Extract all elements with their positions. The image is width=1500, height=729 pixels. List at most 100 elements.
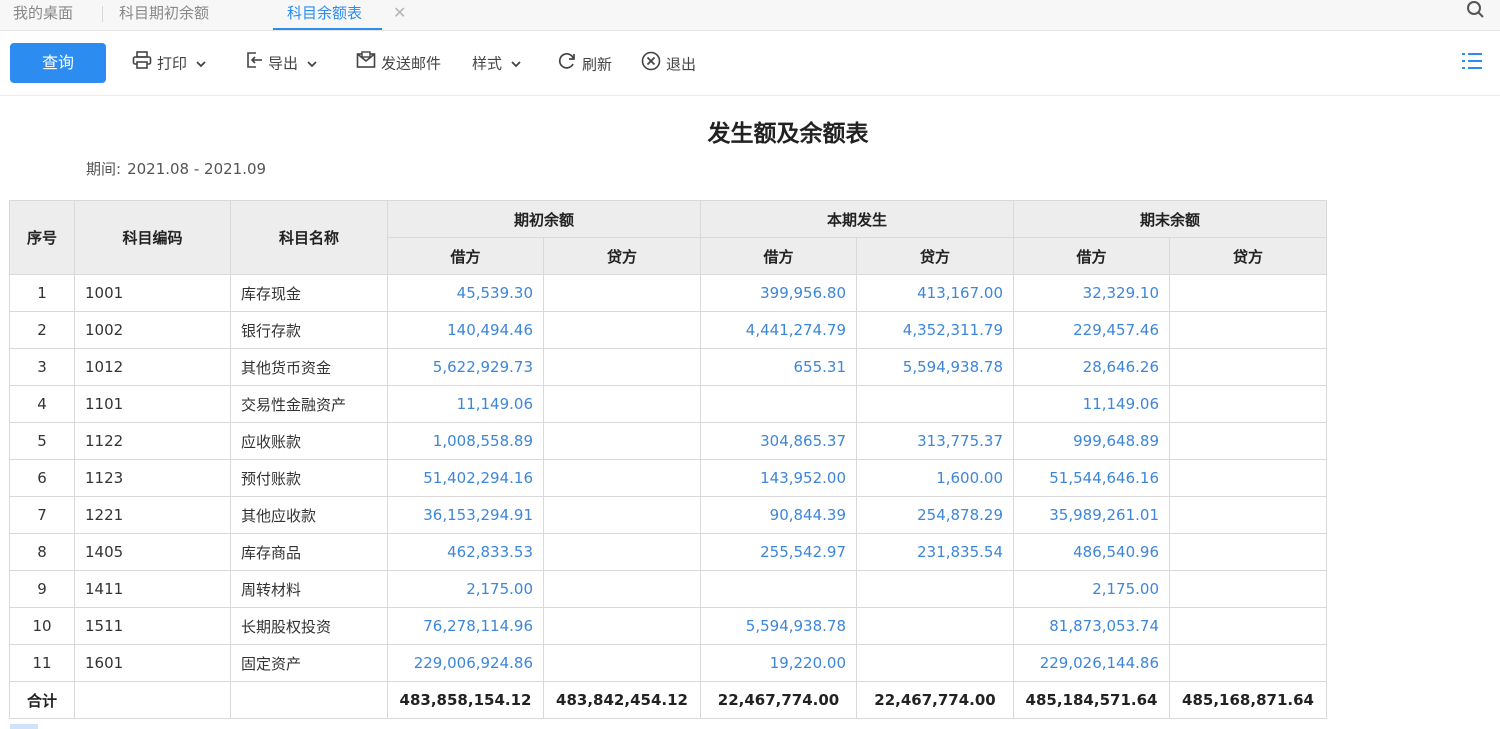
cell-current-debit[interactable]: 304,865.37 [700,422,857,460]
cell-current-debit[interactable]: 399,956.80 [700,274,857,312]
cell-current-credit[interactable]: 413,167.00 [856,274,1014,312]
search-icon[interactable] [1462,0,1492,30]
cell-closing-credit[interactable] [1169,496,1327,534]
cell-closing-debit[interactable]: 11,149.06 [1013,385,1170,423]
exit-button[interactable]: 退出 [641,51,696,75]
cell-opening-credit[interactable] [543,459,701,497]
cell-closing-debit[interactable]: 999,648.89 [1013,422,1170,460]
table-row[interactable]: 2 1002 银行存款 140,494.46 4,441,274.79 4,35… [9,311,1327,349]
table-row[interactable]: 7 1221 其他应收款 36,153,294.91 90,844.39 254… [9,496,1327,534]
cell-opening-credit[interactable] [543,385,701,423]
tab-account-opening-balance[interactable]: 科目期初余额 [119,0,209,30]
table-row[interactable]: 11 1601 固定资产 229,006,924.86 19,220.00 22… [9,644,1327,682]
cell-current-credit[interactable]: 5,594,938.78 [856,348,1014,386]
cell-current-debit[interactable]: 4,441,274.79 [700,311,857,349]
cell-closing-credit[interactable] [1169,459,1327,497]
cell-current-credit[interactable] [856,385,1014,423]
print-button[interactable]: 打印 [132,51,207,75]
table-row[interactable]: 1 1001 库存现金 45,539.30 399,956.80 413,167… [9,274,1327,312]
cell-current-debit[interactable]: 143,952.00 [700,459,857,497]
cell-closing-debit[interactable]: 229,457.46 [1013,311,1170,349]
table-row[interactable]: 4 1101 交易性金融资产 11,149.06 11,149.06 [9,385,1327,423]
cell-opening-debit[interactable]: 11,149.06 [387,385,544,423]
cell-opening-credit[interactable] [543,496,701,534]
cell-current-debit[interactable]: 655.31 [700,348,857,386]
cell-current-debit[interactable]: 255,542.97 [700,533,857,571]
cell-seq: 6 [9,459,75,497]
cell-opening-credit[interactable] [543,274,701,312]
cell-current-credit[interactable]: 313,775.37 [856,422,1014,460]
tab-my-desktop[interactable]: 我的桌面 [13,0,73,30]
cell-name: 应收账款 [230,422,388,460]
cell-closing-credit[interactable] [1169,607,1327,645]
cell-current-credit[interactable] [856,607,1014,645]
cell-code: 1012 [74,348,231,386]
cell-opening-credit[interactable] [543,644,701,682]
cell-closing-debit[interactable]: 486,540.96 [1013,533,1170,571]
cell-closing-credit[interactable] [1169,644,1327,682]
cell-opening-debit[interactable]: 36,153,294.91 [387,496,544,534]
cell-closing-credit[interactable] [1169,533,1327,571]
cell-opening-credit[interactable] [543,533,701,571]
cell-closing-credit[interactable] [1169,311,1327,349]
cell-closing-debit[interactable]: 229,026,144.86 [1013,644,1170,682]
table-row[interactable]: 5 1122 应收账款 1,008,558.89 304,865.37 313,… [9,422,1327,460]
cell-closing-debit[interactable]: 81,873,053.74 [1013,607,1170,645]
close-icon[interactable]: ✕ [393,0,406,26]
style-dropdown[interactable]: 样式 [472,51,522,75]
total-empty-cell [74,681,231,719]
refresh-button[interactable]: 刷新 [557,51,612,75]
cell-closing-debit[interactable]: 28,646.26 [1013,348,1170,386]
table-row[interactable]: 3 1012 其他货币资金 5,622,929.73 655.31 5,594,… [9,348,1327,386]
cell-current-credit[interactable]: 4,352,311.79 [856,311,1014,349]
send-email-label: 发送邮件 [381,54,442,73]
table-row[interactable]: 10 1511 长期股权投资 76,278,114.96 5,594,938.7… [9,607,1327,645]
period-value: 2021.08 - 2021.09 [127,160,267,178]
toolbar: 查询 打印 导出 发送邮件 样式 刷新 退出 [0,31,1500,96]
cell-current-debit[interactable] [700,385,857,423]
cell-opening-credit[interactable] [543,607,701,645]
send-email-button[interactable]: 发送邮件 [356,51,441,75]
cell-opening-credit[interactable] [543,311,701,349]
cell-current-debit[interactable]: 19,220.00 [700,644,857,682]
cell-opening-debit[interactable]: 462,833.53 [387,533,544,571]
cell-opening-debit[interactable]: 76,278,114.96 [387,607,544,645]
total-current-credit: 22,467,774.00 [856,681,1014,719]
cell-opening-credit[interactable] [543,422,701,460]
cell-current-credit[interactable]: 254,878.29 [856,496,1014,534]
cell-opening-debit[interactable]: 5,622,929.73 [387,348,544,386]
cell-opening-credit[interactable] [543,570,701,608]
cell-code: 1001 [74,274,231,312]
cell-closing-credit[interactable] [1169,348,1327,386]
table-row[interactable]: 6 1123 预付账款 51,402,294.16 143,952.00 1,6… [9,459,1327,497]
cell-closing-debit[interactable]: 51,544,646.16 [1013,459,1170,497]
cell-closing-credit[interactable] [1169,385,1327,423]
header-opening-credit: 贷方 [543,237,701,275]
cell-current-credit[interactable]: 231,835.54 [856,533,1014,571]
cell-closing-debit[interactable]: 2,175.00 [1013,570,1170,608]
export-button[interactable]: 导出 [245,51,318,75]
table-row[interactable]: 8 1405 库存商品 462,833.53 255,542.97 231,83… [9,533,1327,571]
query-button[interactable]: 查询 [10,43,106,83]
cell-current-credit[interactable] [856,570,1014,608]
cell-opening-debit[interactable]: 45,539.30 [387,274,544,312]
cell-current-debit[interactable] [700,570,857,608]
cell-current-debit[interactable]: 90,844.39 [700,496,857,534]
cell-current-debit[interactable]: 5,594,938.78 [700,607,857,645]
table-row[interactable]: 9 1411 周转材料 2,175.00 2,175.00 [9,570,1327,608]
cell-opening-debit[interactable]: 140,494.46 [387,311,544,349]
cell-opening-debit[interactable]: 229,006,924.86 [387,644,544,682]
cell-opening-credit[interactable] [543,348,701,386]
cell-opening-debit[interactable]: 2,175.00 [387,570,544,608]
cell-closing-credit[interactable] [1169,422,1327,460]
tab-account-balance[interactable]: 科目余额表 [272,0,383,30]
cell-opening-debit[interactable]: 1,008,558.89 [387,422,544,460]
list-menu-icon[interactable] [1460,49,1484,77]
cell-opening-debit[interactable]: 51,402,294.16 [387,459,544,497]
cell-closing-credit[interactable] [1169,274,1327,312]
cell-current-credit[interactable]: 1,600.00 [856,459,1014,497]
cell-closing-credit[interactable] [1169,570,1327,608]
cell-closing-debit[interactable]: 35,989,261.01 [1013,496,1170,534]
cell-closing-debit[interactable]: 32,329.10 [1013,274,1170,312]
cell-current-credit[interactable] [856,644,1014,682]
